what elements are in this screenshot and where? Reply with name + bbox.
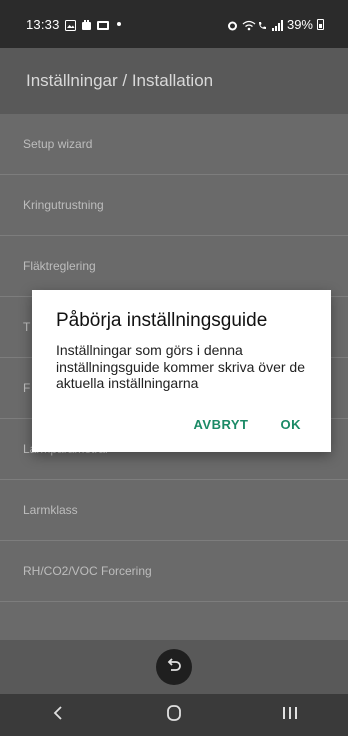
list-item-label: T (23, 320, 31, 334)
list-item-flaktreglering[interactable]: Fläktreglering (0, 236, 348, 297)
list-item-label: Larmklass (23, 503, 78, 517)
nav-recents-button[interactable] (260, 694, 320, 736)
list-item-forcering[interactable]: RH/CO2/VOC Forcering (0, 541, 348, 602)
page-title: Inställningar / Installation (26, 71, 214, 90)
battery-percent: 39% (286, 16, 313, 32)
chevron-left-icon (52, 705, 64, 726)
bottom-action-area (0, 640, 348, 694)
app-notification-icon-2 (96, 19, 109, 30)
status-bar-left: 13:33 (26, 17, 121, 32)
list-item-larmklass[interactable]: Larmklass (0, 480, 348, 541)
status-bar-right: 39% (227, 17, 324, 32)
list-item-label: F (23, 381, 31, 395)
cancel-button[interactable]: AVBRYT (194, 417, 249, 432)
app-bar: Inställningar / Installation (0, 48, 348, 114)
gallery-icon (64, 19, 76, 31)
list-item-setup-wizard[interactable]: Setup wizard (0, 114, 348, 175)
back-button[interactable] (156, 649, 192, 685)
list-item-label: Setup wizard (23, 137, 93, 151)
dialog-actions: AVBRYT OK (194, 417, 302, 432)
battery-icon (317, 18, 324, 30)
setup-wizard-dialog: Påbörja inställningsguide Inställningar … (32, 290, 331, 452)
dialog-title: Påbörja inställningsguide (56, 310, 268, 331)
system-nav-bar (0, 694, 348, 736)
alarm-icon (227, 19, 238, 30)
ok-button[interactable]: OK (281, 417, 302, 432)
notification-dot-icon (116, 22, 121, 26)
recents-icon (281, 705, 299, 726)
status-bar: 13:33 39% (0, 0, 348, 48)
nav-home-button[interactable] (144, 694, 204, 736)
signal-bars-icon (271, 19, 283, 31)
call-signal-icon (257, 19, 268, 30)
nav-back-button[interactable] (28, 694, 88, 736)
list-item-kringutrustning[interactable]: Kringutrustning (0, 175, 348, 236)
wifi-icon (242, 19, 256, 30)
list-item-label: Fläktreglering (23, 259, 96, 273)
list-item-label: RH/CO2/VOC Forcering (23, 564, 152, 578)
dialog-message: Inställningar som görs i denna inställni… (56, 342, 305, 391)
list-item-label: Kringutrustning (23, 198, 104, 212)
app-notification-icon (81, 19, 92, 30)
status-time: 13:33 (26, 16, 60, 32)
home-icon (165, 704, 183, 727)
undo-icon (165, 656, 183, 679)
